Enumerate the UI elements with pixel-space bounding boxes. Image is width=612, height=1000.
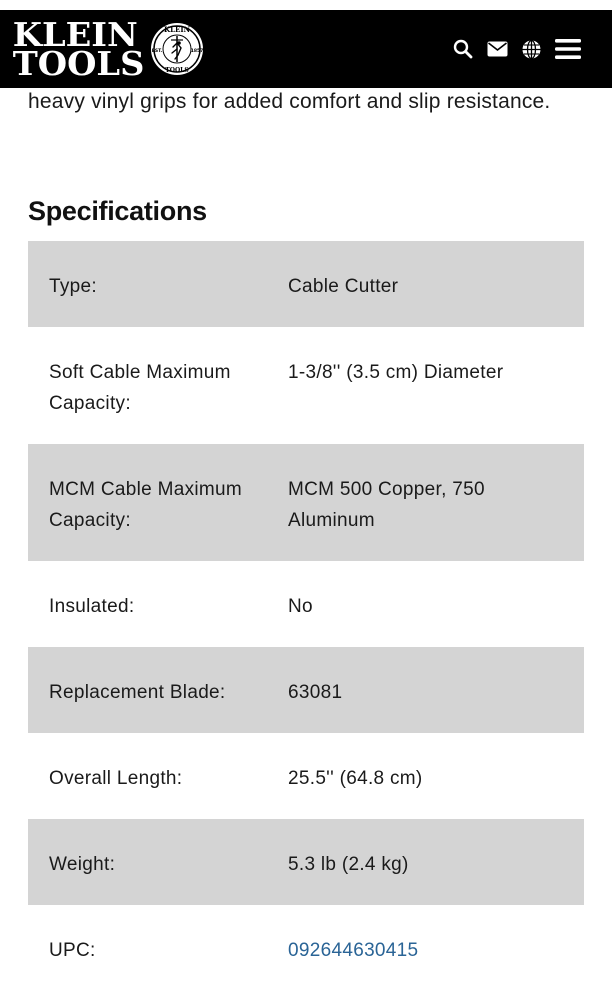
search-icon[interactable] bbox=[452, 38, 474, 60]
spec-label: Weight: bbox=[49, 854, 116, 875]
spec-label: UPC: bbox=[49, 940, 96, 961]
spec-row-insulated: Insulated: No bbox=[28, 561, 584, 647]
logo-wordmark: KLEIN TOOLS bbox=[12, 18, 145, 83]
klein-tools-logo[interactable]: KLEIN TOOLS KLEIN TOOLS EST. 1857 bbox=[12, 18, 205, 83]
spec-row-mcm-cable-capacity: MCM Cable Maximum Capacity: MCM 500 Copp… bbox=[28, 444, 584, 561]
spec-row-type: Type: Cable Cutter bbox=[28, 241, 584, 327]
lineman-seal-icon: KLEIN TOOLS EST. 1857 bbox=[151, 23, 204, 75]
spec-value: 25.5'' (64.8 cm) bbox=[288, 768, 423, 789]
product-description-tail: heavy vinyl grips for added comfort and … bbox=[28, 90, 551, 113]
spec-row-replacement-blade: Replacement Blade: 63081 bbox=[28, 647, 584, 733]
spec-row-weight: Weight: 5.3 lb (2.4 kg) bbox=[28, 819, 584, 905]
spec-label: Replacement Blade: bbox=[49, 682, 226, 703]
logo-line-2: TOOLS bbox=[12, 44, 145, 83]
svg-text:1857: 1857 bbox=[191, 48, 204, 54]
spec-label: MCM Cable Maximum Capacity: bbox=[49, 479, 243, 531]
specifications-table: Type: Cable Cutter Soft Cable Maximum Ca… bbox=[28, 241, 584, 991]
spec-value: No bbox=[288, 596, 313, 617]
globe-icon[interactable] bbox=[520, 38, 542, 60]
spec-value: 1-3/8'' (3.5 cm) Diameter bbox=[288, 362, 504, 383]
spec-row-overall-length: Overall Length: 25.5'' (64.8 cm) bbox=[28, 733, 584, 819]
spec-label: Overall Length: bbox=[49, 768, 183, 789]
spec-row-soft-cable-capacity: Soft Cable Maximum Capacity: 1-3/8'' (3.… bbox=[28, 327, 584, 444]
svg-text:KLEIN: KLEIN bbox=[164, 25, 191, 34]
spec-label: Insulated: bbox=[49, 596, 135, 617]
envelope-icon[interactable] bbox=[486, 38, 508, 60]
site-header: KLEIN TOOLS KLEIN TOOLS EST. 1857 bbox=[0, 10, 612, 88]
spec-value: 5.3 lb (2.4 kg) bbox=[288, 854, 409, 875]
menu-icon[interactable] bbox=[554, 37, 582, 61]
svg-text:TOOLS: TOOLS bbox=[165, 67, 188, 74]
upc-link[interactable]: 092644630415 bbox=[288, 935, 563, 966]
spec-label: Soft Cable Maximum Capacity: bbox=[49, 362, 231, 414]
svg-text:EST.: EST. bbox=[152, 48, 163, 54]
spec-label: Type: bbox=[49, 276, 97, 297]
spec-value: Cable Cutter bbox=[288, 276, 399, 297]
spec-value: 63081 bbox=[288, 682, 343, 703]
spec-row-upc: UPC: 092644630415 bbox=[28, 905, 584, 991]
status-strip bbox=[0, 0, 612, 10]
specifications-heading: Specifications bbox=[28, 196, 207, 226]
header-actions bbox=[452, 37, 582, 61]
spec-value: MCM 500 Copper, 750 Aluminum bbox=[288, 479, 485, 531]
